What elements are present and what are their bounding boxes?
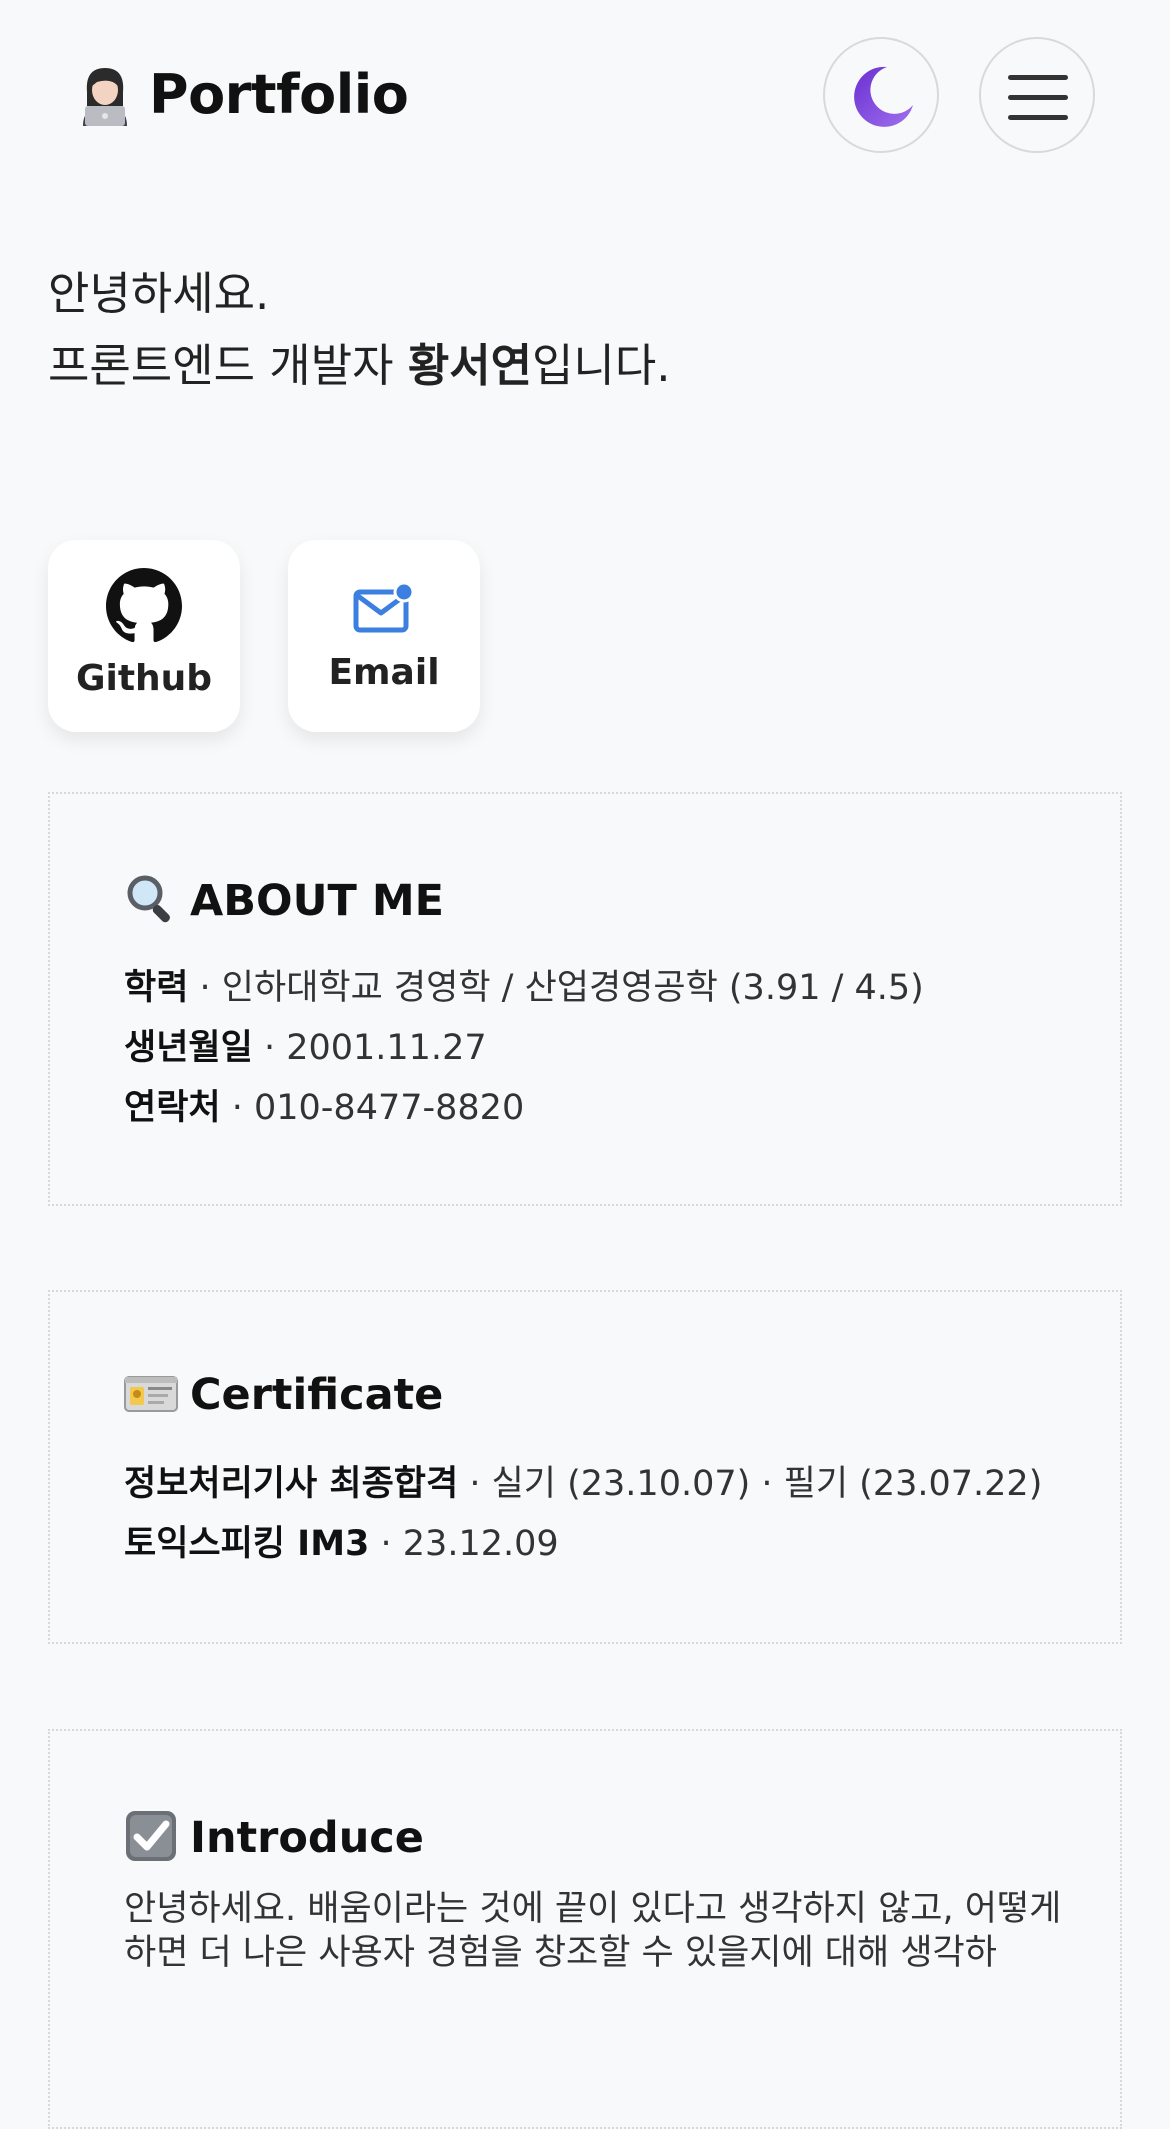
row-key: 생년월일 <box>124 1028 253 1068</box>
about-row: 연락처 · 010-8477-8820 <box>124 1078 924 1138</box>
row-key: 학력 <box>124 968 189 1008</box>
about-row: 생년월일 · 2001.11.27 <box>124 1018 924 1078</box>
certificate-heading: Certificate <box>124 1370 443 1420</box>
magnifier-icon <box>124 872 178 930</box>
hero-line-2: 프론트엔드 개발자 황서연입니다. <box>48 330 671 402</box>
row-sep: · <box>220 1088 254 1128</box>
email-link[interactable]: Email <box>288 540 480 732</box>
about-row: 학력 · 인하대학교 경영학 / 산업경영공학 (3.91 / 4.5) <box>124 958 924 1018</box>
about-heading: ABOUT ME <box>124 872 444 930</box>
hamburger-menu-icon <box>1008 75 1068 135</box>
hero-suffix: 입니다. <box>532 339 671 392</box>
checkbox-icon <box>124 1809 178 1867</box>
certificate-row: 토익스피킹 IM3 · 23.12.09 <box>124 1514 1042 1574</box>
hero-name: 황서연 <box>407 339 533 392</box>
github-link[interactable]: Github <box>48 540 240 732</box>
theme-toggle-button[interactable] <box>823 37 939 153</box>
row-value: 010-8477-8820 <box>254 1088 525 1128</box>
row-value: 23.12.09 <box>402 1524 559 1564</box>
row-value: 실기 (23.10.07) · 필기 (23.07.22) <box>491 1464 1043 1504</box>
hero-line-1: 안녕하세요. <box>48 267 270 320</box>
introduce-text: 안녕하세요. 배움이라는 것에 끝이 있다고 생각하지 않고, 어떻게 하면 더… <box>124 1889 1062 1973</box>
header: Portfolio <box>0 0 1170 190</box>
row-sep: · <box>458 1464 492 1504</box>
about-rows: 학력 · 인하대학교 경영학 / 산업경영공학 (3.91 / 4.5) 생년월… <box>124 958 924 1138</box>
row-key: 토익스피킹 IM3 <box>124 1524 370 1564</box>
hero-greeting: 안녕하세요. 프론트엔드 개발자 황서연입니다. <box>48 258 671 402</box>
moon-icon <box>847 61 919 137</box>
github-label: Github <box>75 658 213 699</box>
certificate-title: Certificate <box>190 1370 444 1420</box>
introduce-section: Introduce 안녕하세요. 배움이라는 것에 끝이 있다고 생각하지 않고… <box>48 1729 1122 2129</box>
technologist-emoji <box>75 62 135 126</box>
id-card-icon <box>124 1373 178 1417</box>
introduce-title: Introduce <box>190 1813 424 1863</box>
certificate-rows: 정보처리기사 최종합격 · 실기 (23.10.07) · 필기 (23.07.… <box>124 1454 1042 1574</box>
hero-prefix: 프론트엔드 개발자 <box>48 339 408 392</box>
row-sep: · <box>188 968 222 1008</box>
about-section: ABOUT ME 학력 · 인하대학교 경영학 / 산업경영공학 (3.91 /… <box>48 792 1122 1206</box>
row-value: 인하대학교 경영학 / 산업경영공학 (3.91 / 4.5) <box>221 968 924 1008</box>
about-title: ABOUT ME <box>190 876 444 926</box>
row-key: 정보처리기사 최종합격 <box>124 1464 459 1504</box>
brand-title: Portfolio <box>149 62 409 126</box>
menu-button[interactable] <box>979 37 1095 153</box>
github-icon <box>106 568 182 648</box>
email-icon <box>352 580 416 640</box>
row-value: 2001.11.27 <box>286 1028 487 1068</box>
certificate-section: Certificate 정보처리기사 최종합격 · 실기 (23.10.07) … <box>48 1290 1122 1644</box>
row-key: 연락처 <box>124 1088 221 1128</box>
introduce-heading: Introduce <box>124 1809 424 1867</box>
row-sep: · <box>252 1028 287 1068</box>
certificate-row: 정보처리기사 최종합격 · 실기 (23.10.07) · 필기 (23.07.… <box>124 1454 1042 1514</box>
email-label: Email <box>328 652 440 693</box>
row-sep: · <box>369 1524 403 1564</box>
brand[interactable]: Portfolio <box>75 62 409 126</box>
